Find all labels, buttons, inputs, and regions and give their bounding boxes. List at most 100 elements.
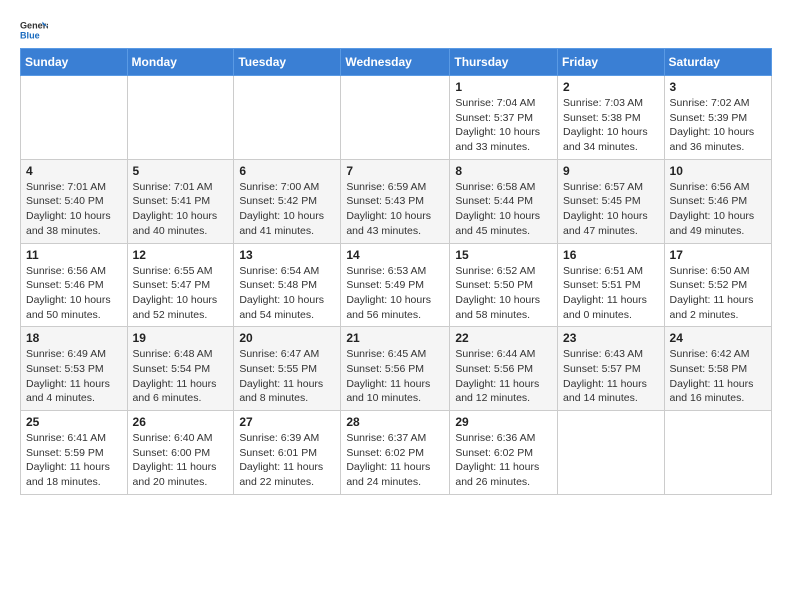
calendar-cell [234,76,341,160]
day-info: Sunrise: 7:01 AMSunset: 5:41 PMDaylight:… [133,180,229,239]
calendar-header-row: SundayMondayTuesdayWednesdayThursdayFrid… [21,49,772,76]
day-info: Sunrise: 6:53 AMSunset: 5:49 PMDaylight:… [346,264,444,323]
day-info: Sunrise: 6:41 AMSunset: 5:59 PMDaylight:… [26,431,122,490]
day-info: Sunrise: 7:02 AMSunset: 5:39 PMDaylight:… [670,96,766,155]
day-info: Sunrise: 6:36 AMSunset: 6:02 PMDaylight:… [455,431,552,490]
day-number: 18 [26,331,122,345]
calendar-week-4: 25 Sunrise: 6:41 AMSunset: 5:59 PMDayligh… [21,411,772,495]
header-monday: Monday [127,49,234,76]
calendar-cell: 12 Sunrise: 6:55 AMSunset: 5:47 PMDayligh… [127,243,234,327]
day-number: 3 [670,80,766,94]
calendar-cell: 10 Sunrise: 6:56 AMSunset: 5:46 PMDayligh… [664,159,771,243]
day-number: 20 [239,331,335,345]
day-number: 13 [239,248,335,262]
calendar-cell: 23 Sunrise: 6:43 AMSunset: 5:57 PMDayligh… [558,327,665,411]
calendar-cell: 1 Sunrise: 7:04 AMSunset: 5:37 PMDaylight… [450,76,558,160]
day-number: 25 [26,415,122,429]
day-number: 26 [133,415,229,429]
day-number: 1 [455,80,552,94]
header-tuesday: Tuesday [234,49,341,76]
logo: General Blue [20,16,48,44]
calendar-week-0: 1 Sunrise: 7:04 AMSunset: 5:37 PMDaylight… [21,76,772,160]
day-number: 28 [346,415,444,429]
calendar-cell: 22 Sunrise: 6:44 AMSunset: 5:56 PMDayligh… [450,327,558,411]
day-info: Sunrise: 6:59 AMSunset: 5:43 PMDaylight:… [346,180,444,239]
day-info: Sunrise: 6:54 AMSunset: 5:48 PMDaylight:… [239,264,335,323]
day-number: 10 [670,164,766,178]
day-info: Sunrise: 6:50 AMSunset: 5:52 PMDaylight:… [670,264,766,323]
day-number: 27 [239,415,335,429]
calendar-cell [664,411,771,495]
day-info: Sunrise: 6:44 AMSunset: 5:56 PMDaylight:… [455,347,552,406]
calendar-cell: 25 Sunrise: 6:41 AMSunset: 5:59 PMDayligh… [21,411,128,495]
day-number: 12 [133,248,229,262]
day-info: Sunrise: 6:47 AMSunset: 5:55 PMDaylight:… [239,347,335,406]
day-info: Sunrise: 6:43 AMSunset: 5:57 PMDaylight:… [563,347,659,406]
calendar-week-2: 11 Sunrise: 6:56 AMSunset: 5:46 PMDayligh… [21,243,772,327]
day-number: 15 [455,248,552,262]
calendar-cell: 15Sunrise: 6:52 AMSunset: 5:50 PMDayligh… [450,243,558,327]
calendar-cell: 13 Sunrise: 6:54 AMSunset: 5:48 PMDayligh… [234,243,341,327]
calendar-cell: 2 Sunrise: 7:03 AMSunset: 5:38 PMDaylight… [558,76,665,160]
calendar-cell: 29 Sunrise: 6:36 AMSunset: 6:02 PMDayligh… [450,411,558,495]
day-number: 21 [346,331,444,345]
calendar-cell: 21 Sunrise: 6:45 AMSunset: 5:56 PMDayligh… [341,327,450,411]
calendar-cell: 3 Sunrise: 7:02 AMSunset: 5:39 PMDaylight… [664,76,771,160]
day-info: Sunrise: 6:49 AMSunset: 5:53 PMDaylight:… [26,347,122,406]
calendar-cell [127,76,234,160]
day-info: Sunrise: 6:57 AMSunset: 5:45 PMDaylight:… [563,180,659,239]
day-info: Sunrise: 6:39 AMSunset: 6:01 PMDaylight:… [239,431,335,490]
logo-icon: General Blue [20,16,48,44]
page-header: General Blue [20,16,772,44]
day-info: Sunrise: 6:48 AMSunset: 5:54 PMDaylight:… [133,347,229,406]
day-number: 11 [26,248,122,262]
day-number: 6 [239,164,335,178]
day-info: Sunrise: 6:51 AMSunset: 5:51 PMDaylight:… [563,264,659,323]
calendar-cell: 7 Sunrise: 6:59 AMSunset: 5:43 PMDaylight… [341,159,450,243]
svg-text:Blue: Blue [20,30,40,40]
day-info: Sunrise: 6:45 AMSunset: 5:56 PMDaylight:… [346,347,444,406]
calendar-week-3: 18 Sunrise: 6:49 AMSunset: 5:53 PMDayligh… [21,327,772,411]
day-number: 4 [26,164,122,178]
calendar-cell: 16 Sunrise: 6:51 AMSunset: 5:51 PMDayligh… [558,243,665,327]
day-number: 14 [346,248,444,262]
day-info: Sunrise: 7:03 AMSunset: 5:38 PMDaylight:… [563,96,659,155]
day-info: Sunrise: 6:42 AMSunset: 5:58 PMDaylight:… [670,347,766,406]
day-number: 16 [563,248,659,262]
header-wednesday: Wednesday [341,49,450,76]
day-info: Sunrise: 6:56 AMSunset: 5:46 PMDaylight:… [670,180,766,239]
calendar-cell: 4Sunrise: 7:01 AMSunset: 5:40 PMDaylight… [21,159,128,243]
calendar-cell: 11 Sunrise: 6:56 AMSunset: 5:46 PMDayligh… [21,243,128,327]
day-number: 9 [563,164,659,178]
calendar-cell: 8 Sunrise: 6:58 AMSunset: 5:44 PMDaylight… [450,159,558,243]
day-info: Sunrise: 6:37 AMSunset: 6:02 PMDaylight:… [346,431,444,490]
day-info: Sunrise: 7:00 AMSunset: 5:42 PMDaylight:… [239,180,335,239]
calendar-cell: 19 Sunrise: 6:48 AMSunset: 5:54 PMDayligh… [127,327,234,411]
day-info: Sunrise: 6:55 AMSunset: 5:47 PMDaylight:… [133,264,229,323]
header-saturday: Saturday [664,49,771,76]
calendar-cell: 24Sunrise: 6:42 AMSunset: 5:58 PMDayligh… [664,327,771,411]
day-info: Sunrise: 6:56 AMSunset: 5:46 PMDaylight:… [26,264,122,323]
day-number: 23 [563,331,659,345]
day-number: 22 [455,331,552,345]
day-info: Sunrise: 6:58 AMSunset: 5:44 PMDaylight:… [455,180,552,239]
calendar-cell: 18 Sunrise: 6:49 AMSunset: 5:53 PMDayligh… [21,327,128,411]
day-number: 17 [670,248,766,262]
calendar-cell: 20 Sunrise: 6:47 AMSunset: 5:55 PMDayligh… [234,327,341,411]
day-number: 2 [563,80,659,94]
day-number: 5 [133,164,229,178]
day-number: 29 [455,415,552,429]
calendar-cell [21,76,128,160]
calendar-cell: 14 Sunrise: 6:53 AMSunset: 5:49 PMDayligh… [341,243,450,327]
calendar-week-1: 4Sunrise: 7:01 AMSunset: 5:40 PMDaylight… [21,159,772,243]
day-number: 8 [455,164,552,178]
calendar-table: SundayMondayTuesdayWednesdayThursdayFrid… [20,48,772,495]
calendar-cell: 28 Sunrise: 6:37 AMSunset: 6:02 PMDayligh… [341,411,450,495]
calendar-cell: 17 Sunrise: 6:50 AMSunset: 5:52 PMDayligh… [664,243,771,327]
day-number: 19 [133,331,229,345]
calendar-cell [341,76,450,160]
day-number: 7 [346,164,444,178]
header-thursday: Thursday [450,49,558,76]
day-info: Sunrise: 7:04 AMSunset: 5:37 PMDaylight:… [455,96,552,155]
day-info: Sunrise: 6:40 AMSunset: 6:00 PMDaylight:… [133,431,229,490]
